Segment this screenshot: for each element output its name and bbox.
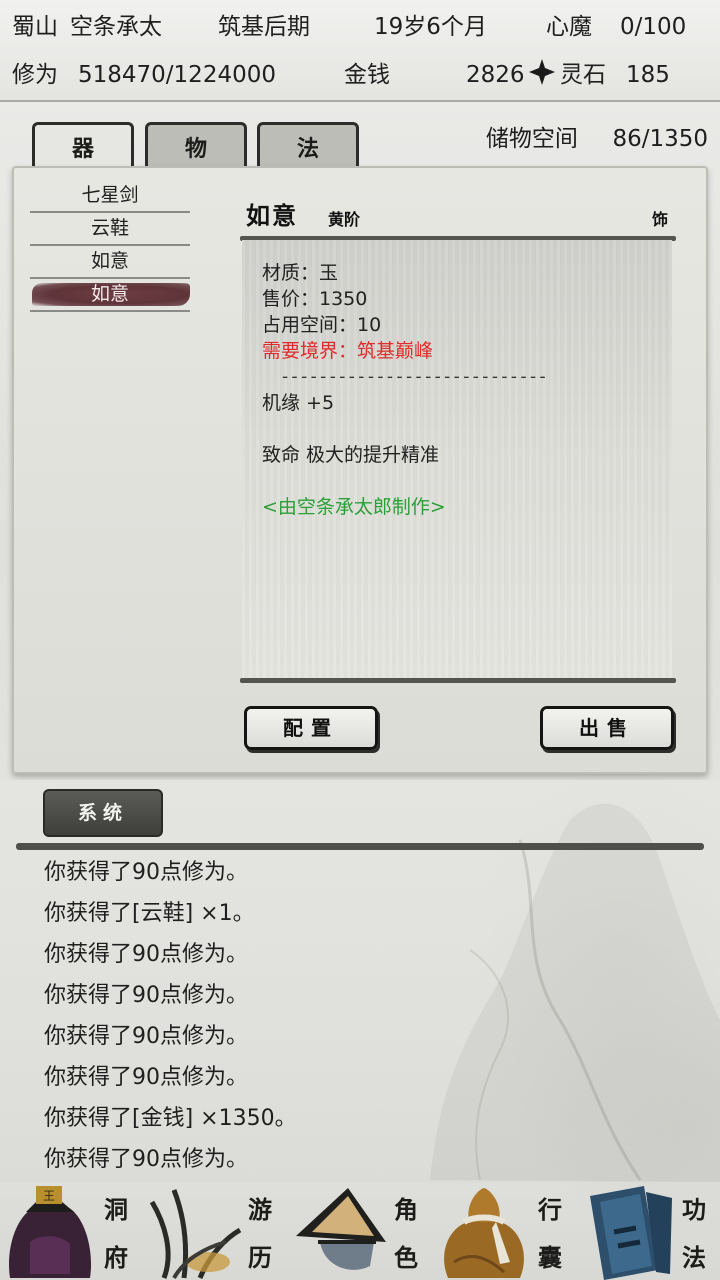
nav-label-char: 历 — [248, 1243, 272, 1272]
log-line: 你获得了90点修为。 — [44, 942, 248, 967]
nav-label-char: 府 — [104, 1243, 128, 1272]
spirit-stone-label: 灵石 — [560, 62, 606, 88]
log-line: 你获得了90点修为。 — [44, 860, 248, 885]
tab-system[interactable]: 系统 — [43, 789, 163, 837]
item-description-box: 材质：玉 售价：1350 占用空间：10 需要境界：筑基巅峰 - - - - -… — [242, 240, 672, 680]
location-label: 蜀山 — [12, 14, 58, 40]
player-name: 空条承太 — [70, 14, 162, 40]
list-item-cloud-shoes[interactable]: 云鞋 — [30, 213, 190, 246]
list-item-ruyi-selected[interactable]: 如意 — [30, 279, 190, 312]
inventory-bag-icon — [444, 1188, 524, 1278]
tab-items[interactable]: 物 — [145, 122, 247, 168]
nav-inventory[interactable]: 行 囊 — [432, 1182, 578, 1280]
detail-dashed-divider: - - - - - - - - - - - - - - - - - - - - … — [282, 367, 546, 387]
travel-grass-icon — [149, 1189, 242, 1280]
detail-bottom-divider — [240, 678, 676, 683]
sell-button[interactable]: 出售 — [540, 706, 674, 750]
character-hat-icon — [296, 1188, 386, 1270]
log-line: 你获得了[云鞋] ×1。 — [44, 901, 255, 926]
nav-cave-dwelling[interactable]: 王 洞 府 — [0, 1182, 144, 1280]
bottom-navigation: 王 洞 府 游 历 角 色 行 囊 功 法 — [0, 1182, 720, 1280]
log-line: 你获得了90点修为。 — [44, 1065, 248, 1090]
cultivation-label: 修为 — [12, 62, 58, 88]
log-line: 你获得了[金钱] ×1350。 — [44, 1106, 297, 1131]
nav-label-char: 角 — [394, 1195, 418, 1224]
money-label: 金钱 — [344, 62, 390, 88]
cave-dwelling-icon: 王 — [8, 1186, 92, 1278]
nav-travel[interactable]: 游 历 — [144, 1182, 288, 1280]
item-name: 如意 — [90, 283, 129, 305]
demon-label: 心魔 — [546, 14, 592, 40]
item-detail-rank: 黄阶 — [328, 210, 361, 229]
status-header: 蜀山 空条承太 筑基后期 19岁6个月 心魔 0/100 修为 518470/1… — [0, 0, 720, 102]
item-maker: <由空条承太郎制作> — [262, 496, 446, 518]
nav-label-char: 洞 — [104, 1195, 128, 1224]
item-material: 材质：玉 — [262, 262, 339, 284]
storage-label: 储物空间 — [485, 126, 578, 152]
storage-capacity: 储物空间 86/1350 — [486, 124, 708, 154]
log-line: 你获得了90点修为。 — [44, 1147, 248, 1172]
nav-label-char: 游 — [248, 1195, 272, 1224]
nav-label-char: 囊 — [538, 1243, 562, 1272]
item-detail-name: 如意 — [246, 201, 298, 230]
item-detail-type: 饰 — [651, 210, 668, 229]
tab-equipment[interactable]: 器 — [32, 122, 134, 168]
age-label: 19岁6个月 — [374, 14, 487, 40]
nav-techniques[interactable]: 功 法 — [578, 1182, 720, 1280]
nav-label-char: 色 — [394, 1243, 418, 1272]
item-price: 售价：1350 — [262, 288, 368, 310]
equip-button[interactable]: 配置 — [244, 706, 378, 750]
item-stat: 机缘 +5 — [262, 392, 335, 414]
money-value: 2826 — [466, 62, 525, 88]
nav-character[interactable]: 角 色 — [288, 1182, 432, 1280]
item-special: 致命 极大的提升精准 — [262, 444, 440, 466]
item-space: 占用空间：10 — [262, 314, 382, 336]
item-name: 如意 — [90, 250, 129, 272]
nav-label-char: 法 — [682, 1243, 706, 1272]
storage-value: 86/1350 — [612, 126, 708, 152]
nav-label-char: 行 — [538, 1195, 562, 1224]
system-divider — [16, 843, 704, 850]
demon-value: 0/100 — [620, 14, 687, 40]
list-item-qixing-sword[interactable]: 七星剑 — [30, 180, 190, 213]
realm-label: 筑基后期 — [218, 14, 310, 40]
item-name: 云鞋 — [90, 217, 129, 239]
spirit-stone-icon — [529, 59, 555, 85]
log-line: 你获得了90点修为。 — [44, 983, 248, 1008]
nav-label-char: 功 — [682, 1195, 706, 1224]
cultivation-value: 518470/1224000 — [78, 62, 276, 88]
spirit-stone-value: 185 — [626, 62, 670, 88]
tab-techniques[interactable]: 法 — [257, 122, 359, 168]
item-name: 七星剑 — [81, 184, 139, 206]
item-requirement: 需要境界：筑基巅峰 — [262, 340, 434, 362]
svg-text:王: 王 — [43, 1189, 55, 1203]
equipment-panel: 七星剑 云鞋 如意 如意 如意 黄阶 饰 材质：玉 售价：1350 占用空间：1… — [12, 166, 708, 774]
list-item-ruyi[interactable]: 如意 — [30, 246, 190, 279]
technique-book-icon — [590, 1186, 672, 1280]
log-line: 你获得了90点修为。 — [44, 1024, 248, 1049]
